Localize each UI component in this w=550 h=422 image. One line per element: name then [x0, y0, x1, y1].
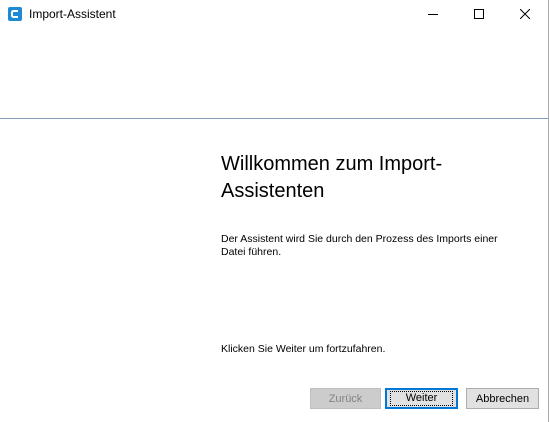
- import-wizard-window: Import-Assistent Willkommen zum Import-A…: [0, 0, 549, 422]
- window-title: Import-Assistent: [29, 7, 116, 21]
- header-separator: [0, 118, 548, 119]
- title-bar[interactable]: Import-Assistent: [0, 0, 548, 30]
- continue-hint: Klicken Sie Weiter um fortzufahren.: [221, 343, 386, 355]
- close-icon: [519, 6, 531, 24]
- close-button[interactable]: [502, 0, 548, 30]
- minimize-button[interactable]: [410, 0, 456, 30]
- cancel-button[interactable]: Abbrechen: [466, 388, 539, 409]
- maximize-button[interactable]: [456, 0, 502, 30]
- back-button[interactable]: Zurück: [310, 388, 381, 409]
- cancel-button-label: Abbrechen: [475, 392, 530, 405]
- minimize-icon: [428, 6, 438, 24]
- welcome-heading: Willkommen zum Import-Assistenten: [221, 153, 443, 202]
- next-button-label: Weiter: [390, 391, 453, 406]
- next-button[interactable]: Weiter: [385, 388, 458, 409]
- maximize-icon: [474, 6, 484, 24]
- wizard-header-area: [0, 30, 548, 118]
- app-icon: [8, 7, 22, 21]
- back-button-label: Zurück: [328, 392, 363, 405]
- wizard-description: Der Assistent wird Sie durch den Prozess…: [221, 233, 498, 258]
